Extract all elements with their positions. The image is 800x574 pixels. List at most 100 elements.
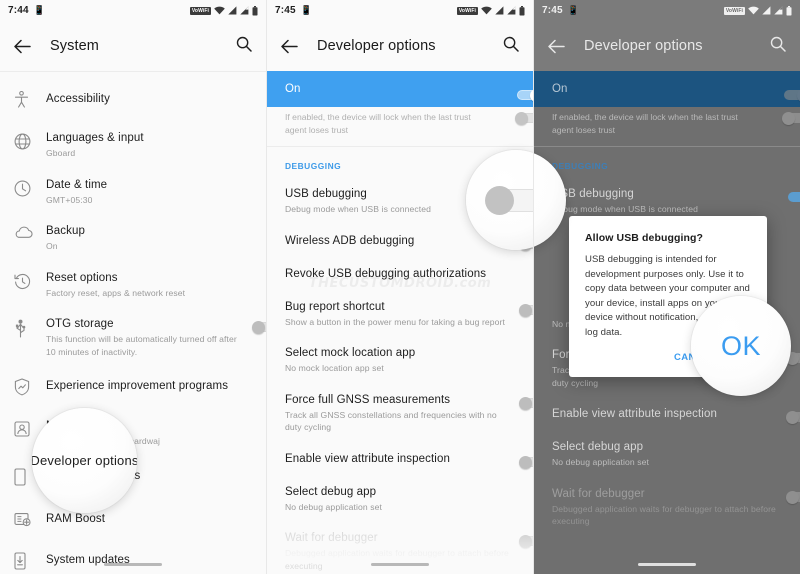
usb-debugging-toggle[interactable]: [780, 187, 800, 202]
search-icon[interactable]: [770, 36, 786, 57]
status-bar: 7:45 📱 VoWiFi: [534, 0, 800, 21]
vibrate-icon: 📱: [300, 5, 313, 15]
status-bar: 7:44 📱 VoWiFi: [0, 0, 266, 21]
list-item-subtitle: Track all GNSS constellations and freque…: [285, 409, 497, 433]
status-time: 7:45: [542, 5, 563, 16]
usb-icon: [14, 317, 42, 343]
trust-agent-row[interactable]: If enabled, the device will lock when th…: [267, 107, 533, 146]
clock-icon: [14, 178, 42, 202]
developer-options-on-banner[interactable]: On: [534, 71, 800, 107]
list-item-wait-for-debugger[interactable]: Wait for debugger Debugged application w…: [267, 522, 533, 574]
list-item-subtitle: Show a button in the power menu for taki…: [285, 316, 505, 327]
list-item-title: RAM Boost: [46, 512, 106, 525]
panel-usb-debugging-dialog: 7:45 📱 VoWiFi Developer options On If en…: [534, 0, 800, 574]
list-item-otg-storage[interactable]: OTG storage This function will be automa…: [0, 308, 266, 367]
bug-report-toggle[interactable]: [513, 300, 533, 317]
list-item-subtitle: No debug application set: [552, 457, 649, 467]
list-item-subtitle: Gboard: [46, 148, 76, 158]
list-item-title: Wait for debugger: [285, 532, 378, 544]
wifi-icon: [748, 6, 759, 15]
list-item-subtitle: Debug mode when USB is connected: [552, 204, 699, 214]
list-item-select-debug-app[interactable]: Select debug app No debug application se…: [534, 431, 800, 478]
force-full-gnss-toggle[interactable]: [513, 393, 533, 410]
dialog-title: Allow USB debugging?: [585, 232, 704, 244]
status-time: 7:44: [8, 5, 29, 16]
list-item-title: USB debugging: [552, 188, 634, 200]
list-item-revoke-usb-authorizations[interactable]: Revoke USB debugging authorizations: [267, 258, 533, 291]
list-item-accessibility[interactable]: Accessibility: [0, 80, 266, 122]
status-bar: 7:45 📱 VoWiFi: [267, 0, 533, 21]
app-bar: Developer options: [267, 21, 533, 71]
list-item-backup[interactable]: Backup On: [0, 215, 266, 262]
list-item-title: Reset options: [46, 271, 118, 284]
list-item-title: Bug report shortcut: [285, 300, 385, 313]
signal-bars-icon: [240, 6, 249, 15]
battery-icon: [252, 5, 258, 15]
page-title: Developer options: [584, 38, 703, 54]
app-bar: System: [0, 21, 266, 71]
list-item-title: Enable view attribute inspection: [285, 452, 450, 465]
nav-gesture-pill: [104, 563, 162, 566]
wait-for-debugger-toggle[interactable]: [513, 531, 533, 548]
search-icon[interactable]: [503, 36, 519, 57]
list-item-select-mock-location-app[interactable]: Select mock location app No mock locatio…: [267, 337, 533, 384]
section-header-debugging: DEBUGGING: [534, 147, 800, 178]
list-item-bug-report-shortcut[interactable]: Bug report shortcut Show a button in the…: [267, 291, 533, 338]
vowifi-badge-icon: VoWiFi: [723, 6, 745, 15]
list-item-select-debug-app[interactable]: Select debug app No debug application se…: [267, 476, 533, 523]
list-item-title: Select mock location app: [285, 347, 416, 359]
list-item-date-time[interactable]: Date & time GMT+05:30: [0, 169, 266, 216]
wait-for-debugger-toggle[interactable]: [780, 487, 800, 504]
panel-system-settings: 7:44 📱 VoWiFi System Accessibility Langu…: [0, 0, 267, 574]
signal-bars-icon: [774, 6, 783, 15]
view-attribute-inspection-toggle[interactable]: [513, 452, 533, 469]
list-item-ram-boost[interactable]: RAM Boost: [0, 500, 266, 541]
back-arrow-icon[interactable]: [281, 39, 298, 54]
list-item-subtitle: This function will be automatically turn…: [46, 334, 237, 357]
magnifier-ok-button: OK: [691, 296, 791, 396]
signal-bars-icon: [762, 6, 771, 15]
nav-gesture-pill: [638, 563, 696, 566]
list-item-title: Backup: [46, 225, 85, 237]
history-reset-icon: [14, 271, 42, 295]
list-item-reset-options[interactable]: Reset options Factory reset, apps & netw…: [0, 262, 266, 309]
three-panel-screenshot-strip: 7:44 📱 VoWiFi System Accessibility Langu…: [0, 0, 800, 574]
list-item-title: Revoke USB debugging authorizations: [285, 267, 487, 280]
trust-agent-text: If enabled, the device will lock when th…: [285, 112, 471, 135]
accessibility-icon: [14, 89, 42, 113]
ram-boost-icon: [14, 509, 42, 532]
trust-agent-text: If enabled, the device will lock when th…: [552, 112, 738, 135]
globe-icon: [14, 131, 42, 155]
otg-storage-toggle[interactable]: [246, 317, 266, 334]
developer-options-on-banner[interactable]: On: [267, 71, 533, 107]
list-item-subtitle: GMT+05:30: [46, 194, 93, 205]
list-item-enable-view-attribute-inspection[interactable]: Enable view attribute inspection: [534, 398, 800, 431]
view-attribute-inspection-toggle[interactable]: [780, 407, 800, 424]
back-arrow-icon[interactable]: [548, 39, 565, 54]
list-item-subtitle: Debugged application waits for debugger …: [285, 548, 509, 571]
list-item-enable-view-attribute-inspection[interactable]: Enable view attribute inspection: [267, 443, 533, 476]
list-item-experience-improvement[interactable]: Experience improvement programs: [0, 367, 266, 410]
back-arrow-icon[interactable]: [14, 39, 31, 54]
page-title: Developer options: [317, 38, 436, 54]
list-item-subtitle: Debugged application waits for debugger …: [552, 503, 776, 527]
page-title: System: [50, 38, 99, 54]
list-item-system-updates[interactable]: System updates: [0, 541, 266, 574]
battery-icon: [519, 5, 525, 15]
panel-developer-options: 7:45 📱 VoWiFi Developer options On If en…: [267, 0, 534, 574]
vowifi-badge-icon: VoWiFi: [456, 6, 478, 15]
list-item-title: Enable view attribute inspection: [552, 408, 717, 420]
trust-agent-row[interactable]: If enabled, the device will lock when th…: [534, 107, 800, 146]
list-item-title: Select debug app: [552, 441, 644, 453]
signal-bars-icon: [228, 6, 237, 15]
list-item-title: Date & time: [46, 178, 108, 191]
list-item-wait-for-debugger[interactable]: Wait for debugger Debugged application w…: [534, 478, 800, 537]
magnified-toggle-off: [485, 185, 533, 215]
status-time: 7:45: [275, 5, 296, 16]
on-banner-label: On: [552, 83, 568, 95]
list-item-languages-input[interactable]: Languages & input Gboard: [0, 122, 266, 169]
on-banner-label: On: [285, 83, 301, 95]
list-item-force-full-gnss[interactable]: Force full GNSS measurements Track all G…: [267, 384, 533, 443]
search-icon[interactable]: [236, 36, 252, 57]
list-item-subtitle: On: [46, 241, 58, 251]
